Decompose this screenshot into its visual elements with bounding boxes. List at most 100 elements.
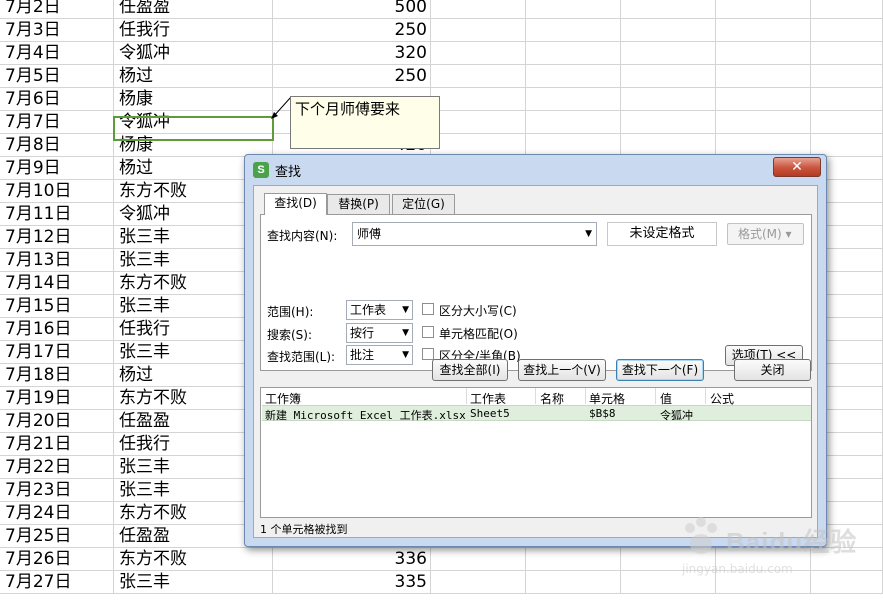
scope-select[interactable]: 工作表 ▼ <box>346 300 413 320</box>
find-previous-button[interactable]: 查找上一个(V) <box>518 359 606 381</box>
cell-date[interactable]: 7月3日 <box>0 19 114 42</box>
cell-empty[interactable] <box>716 19 811 42</box>
cell-comment[interactable]: 下个月师傅要来 <box>290 96 440 149</box>
result-row[interactable]: 新建 Microsoft Excel 工作表.xlsx Sheet5 $B$8 … <box>262 405 811 422</box>
cell-empty[interactable] <box>811 0 883 19</box>
cell-empty[interactable] <box>716 111 811 134</box>
cell-date[interactable]: 7月10日 <box>0 180 114 203</box>
cell-empty[interactable] <box>526 111 621 134</box>
cell-name[interactable]: 杨过 <box>114 65 273 88</box>
cell-date[interactable]: 7月18日 <box>0 364 114 387</box>
cell-value[interactable]: 336 <box>273 548 431 571</box>
cell-empty[interactable] <box>431 88 526 111</box>
cell-empty[interactable] <box>431 0 526 19</box>
search-select[interactable]: 按行 ▼ <box>346 323 413 343</box>
cell-date[interactable]: 7月9日 <box>0 157 114 180</box>
cell-date[interactable]: 7月26日 <box>0 548 114 571</box>
cell-empty[interactable] <box>811 19 883 42</box>
cell-empty[interactable] <box>621 19 716 42</box>
cell-empty[interactable] <box>621 42 716 65</box>
close-button[interactable]: 关闭 <box>734 359 811 381</box>
cell-empty[interactable] <box>716 88 811 111</box>
column-divider[interactable] <box>585 388 586 404</box>
table-row[interactable]: 7月5日 杨过 250 <box>0 65 883 88</box>
tab-find[interactable]: 查找(D) <box>264 193 327 215</box>
column-divider[interactable] <box>705 388 706 404</box>
find-what-input[interactable]: 师傅 ▼ <box>352 222 597 246</box>
cell-empty[interactable] <box>431 19 526 42</box>
cell-empty[interactable] <box>526 88 621 111</box>
cell-empty[interactable] <box>526 571 621 594</box>
cell-name[interactable]: 令狐冲 <box>114 42 273 65</box>
cell-empty[interactable] <box>526 548 621 571</box>
cell-date[interactable]: 7月23日 <box>0 479 114 502</box>
cell-date[interactable]: 7月12日 <box>0 226 114 249</box>
cell-date[interactable]: 7月5日 <box>0 65 114 88</box>
dropdown-arrow-icon[interactable]: ▼ <box>585 223 592 245</box>
cell-empty[interactable] <box>431 42 526 65</box>
cell-date[interactable]: 7月16日 <box>0 318 114 341</box>
cell-value[interactable]: 335 <box>273 571 431 594</box>
cell-empty[interactable] <box>811 88 883 111</box>
cell-name[interactable]: 张三丰 <box>114 571 273 594</box>
results-list[interactable]: 工作簿 工作表 名称 单元格 值 公式 新建 Microsoft Excel 工… <box>260 387 812 518</box>
column-divider[interactable] <box>466 388 467 404</box>
cell-empty[interactable] <box>621 65 716 88</box>
cell-date[interactable]: 7月19日 <box>0 387 114 410</box>
cell-name[interactable]: 东方不败 <box>114 548 273 571</box>
cell-empty[interactable] <box>526 19 621 42</box>
cell-date[interactable]: 7月20日 <box>0 410 114 433</box>
cell-empty[interactable] <box>621 111 716 134</box>
cell-date[interactable]: 7月8日 <box>0 134 114 157</box>
cell-date[interactable]: 7月17日 <box>0 341 114 364</box>
cell-date[interactable]: 7月4日 <box>0 42 114 65</box>
find-next-button[interactable]: 查找下一个(F) <box>616 359 704 381</box>
cell-empty[interactable] <box>526 42 621 65</box>
cell-date[interactable]: 7月25日 <box>0 525 114 548</box>
cell-value[interactable]: 250 <box>273 65 431 88</box>
cell-empty[interactable] <box>811 42 883 65</box>
table-row[interactable]: 7月2日 任盈盈 500 <box>0 0 883 19</box>
cell-name[interactable]: 令狐冲 <box>114 111 273 134</box>
cell-date[interactable]: 7月22日 <box>0 456 114 479</box>
close-icon[interactable]: ✕ <box>773 157 821 177</box>
cell-date[interactable]: 7月21日 <box>0 433 114 456</box>
cell-empty[interactable] <box>621 88 716 111</box>
match-case-checkbox[interactable] <box>422 303 434 315</box>
cell-date[interactable]: 7月11日 <box>0 203 114 226</box>
cell-empty[interactable] <box>716 0 811 19</box>
table-row[interactable]: 7月7日 令狐冲 <box>0 111 883 134</box>
tab-replace[interactable]: 替换(P) <box>327 194 390 214</box>
tab-goto[interactable]: 定位(G) <box>392 194 455 214</box>
find-all-button[interactable]: 查找全部(I) <box>432 359 508 381</box>
cell-name[interactable]: 任盈盈 <box>114 0 273 19</box>
cell-empty[interactable] <box>621 0 716 19</box>
cell-date[interactable]: 7月14日 <box>0 272 114 295</box>
match-cell-checkbox[interactable] <box>422 326 434 338</box>
cell-value[interactable]: 250 <box>273 19 431 42</box>
cell-date[interactable]: 7月2日 <box>0 0 114 19</box>
cell-name[interactable]: 杨康 <box>114 88 273 111</box>
cell-value[interactable]: 320 <box>273 42 431 65</box>
cell-empty[interactable] <box>431 65 526 88</box>
cell-empty[interactable] <box>811 65 883 88</box>
cell-empty[interactable] <box>526 0 621 19</box>
cell-empty[interactable] <box>716 65 811 88</box>
cell-date[interactable]: 7月13日 <box>0 249 114 272</box>
cell-date[interactable]: 7月24日 <box>0 502 114 525</box>
table-row[interactable]: 7月3日 任我行 250 <box>0 19 883 42</box>
cell-date[interactable]: 7月7日 <box>0 111 114 134</box>
match-width-checkbox[interactable] <box>422 348 434 360</box>
cell-empty[interactable] <box>431 111 526 134</box>
dialog-titlebar[interactable]: S 查找 ✕ <box>245 155 826 185</box>
cell-empty[interactable] <box>716 42 811 65</box>
column-divider[interactable] <box>535 388 536 404</box>
cell-empty[interactable] <box>526 65 621 88</box>
table-row[interactable]: 7月6日 杨康 <box>0 88 883 111</box>
cell-empty[interactable] <box>431 548 526 571</box>
cell-date[interactable]: 7月6日 <box>0 88 114 111</box>
cell-date[interactable]: 7月15日 <box>0 295 114 318</box>
cell-value[interactable]: 500 <box>273 0 431 19</box>
column-divider[interactable] <box>655 388 656 404</box>
cell-empty[interactable] <box>811 111 883 134</box>
